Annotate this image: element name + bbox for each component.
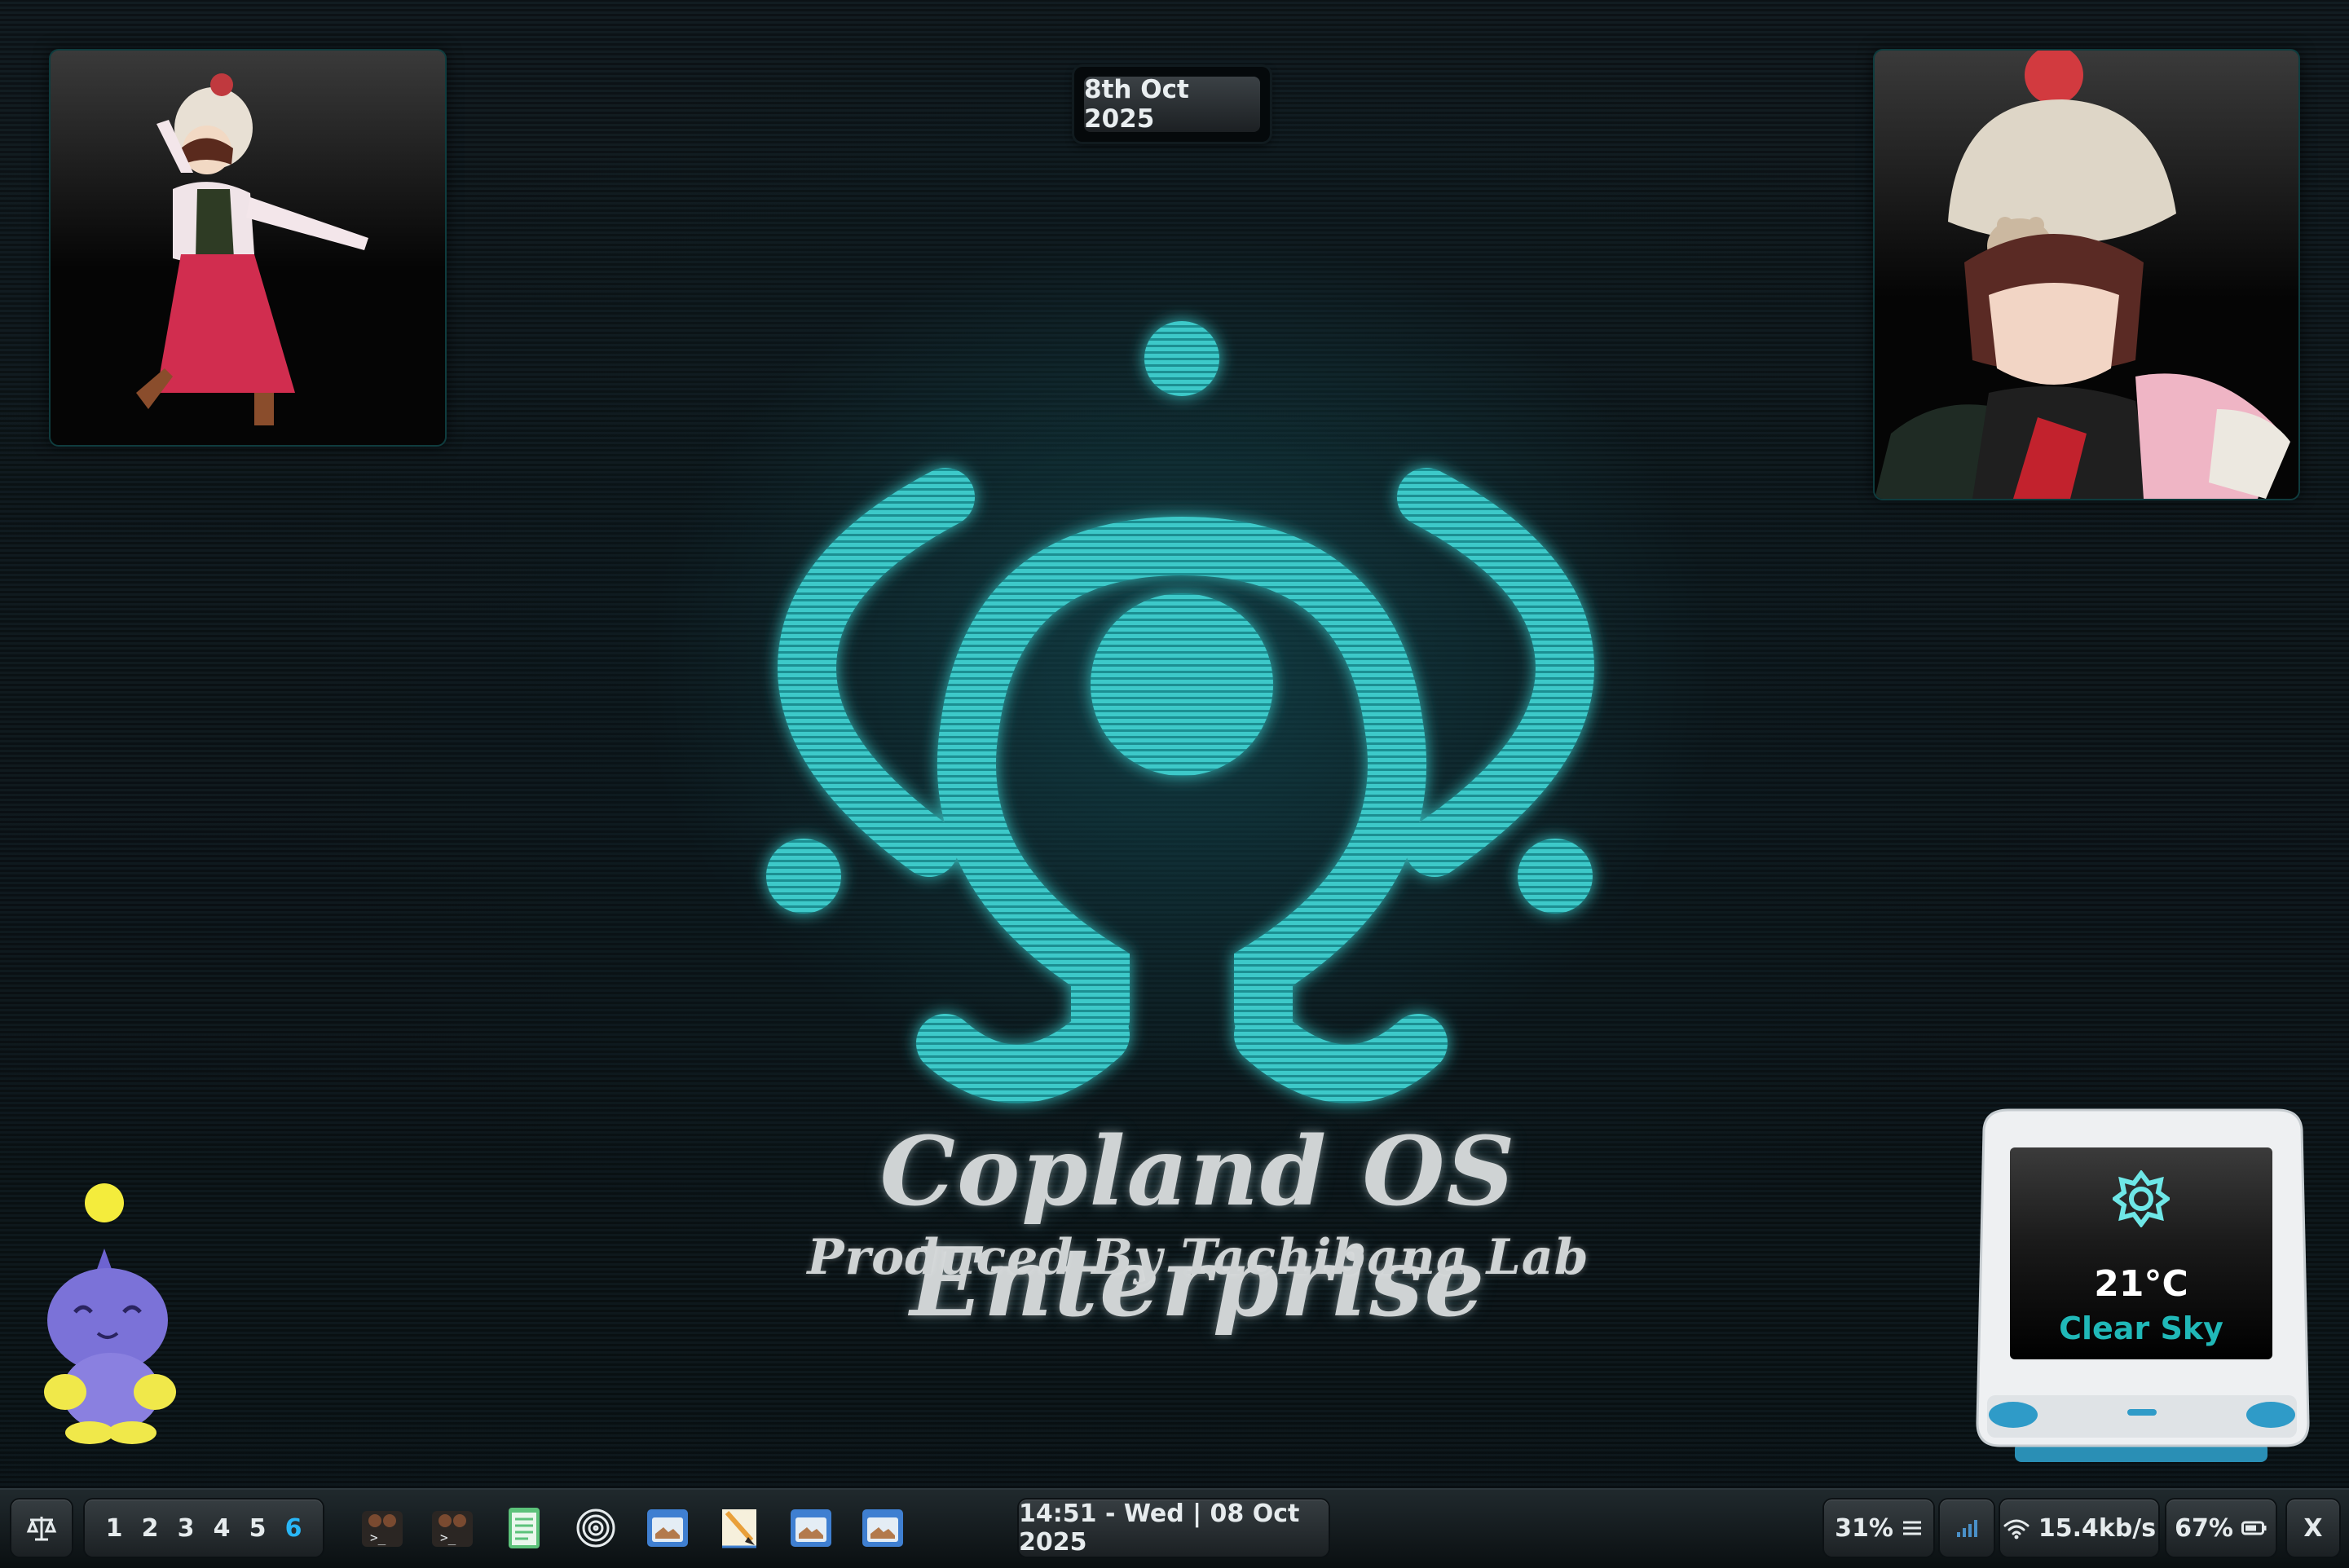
desktop-background: 8th Oct 2025 Copland OS Enterprise Produ… — [0, 0, 2349, 1566]
sun-icon — [2113, 1170, 2170, 1227]
workspace-2[interactable]: 2 — [132, 1514, 168, 1543]
svg-text:>_: >_ — [370, 1530, 386, 1545]
signal-bars-icon — [1957, 1520, 1977, 1537]
weather-temperature: 21°C — [2094, 1263, 2188, 1305]
weather-screen: 21°C Clear Sky — [2010, 1147, 2272, 1359]
workspace-1[interactable]: 1 — [96, 1514, 132, 1543]
date-badge-label: 8th Oct 2025 — [1084, 75, 1260, 134]
scales-icon — [26, 1517, 57, 1541]
brand-subtitle: Produced By Tachibana Lab — [807, 1229, 1589, 1286]
notes-icon[interactable] — [716, 1504, 763, 1552]
workspace-6[interactable]: 6 — [275, 1514, 311, 1543]
file-manager-1-icon[interactable] — [644, 1504, 691, 1552]
workspace-3[interactable]: 3 — [168, 1514, 204, 1543]
weather-widget: 21°C Clear Sky — [1968, 1105, 2318, 1472]
workspace-4[interactable]: 4 — [204, 1514, 240, 1543]
network-indicator[interactable]: 15.4kb/s — [2000, 1500, 2158, 1557]
brand-title: Copland OS Enterprise — [879, 1117, 1517, 1338]
volume-indicator[interactable]: 31% — [1824, 1500, 1933, 1557]
close-label: X — [2303, 1513, 2323, 1543]
file-manager-2-icon[interactable] — [787, 1504, 835, 1552]
weather-condition: Clear Sky — [2059, 1310, 2223, 1346]
battery-label: 67% — [2175, 1513, 2233, 1543]
battery-indicator[interactable]: 67% — [2166, 1500, 2276, 1557]
close-button[interactable]: X — [2287, 1500, 2339, 1557]
photo-widget-right — [1873, 49, 2300, 500]
spiral-app-icon[interactable] — [572, 1504, 619, 1552]
svg-text:>_: >_ — [440, 1530, 456, 1545]
network-speed-label: 15.4kb/s — [2038, 1513, 2157, 1543]
clock[interactable]: 14:51 - Wed | 08 Oct 2025 — [1019, 1500, 1329, 1557]
clock-label: 14:51 - Wed | 08 Oct 2025 — [1019, 1500, 1300, 1557]
terminal-2-icon[interactable]: >_ — [429, 1504, 476, 1552]
battery-icon — [2241, 1521, 2267, 1535]
photo-widget-left — [49, 49, 447, 447]
chao-mascot — [33, 1174, 196, 1451]
character-dancing-image — [136, 73, 368, 425]
wifi-icon — [2003, 1519, 2029, 1539]
taskbar: 1 2 3 4 5 6 >_ >_ 14:51 - Wed | 08 Oct 2… — [0, 1488, 2349, 1568]
workspace-5[interactable]: 5 — [240, 1514, 275, 1543]
date-badge: 8th Oct 2025 — [1074, 67, 1270, 142]
signal-indicator[interactable] — [1940, 1500, 1994, 1557]
menu-lines-icon — [1902, 1521, 1921, 1535]
terminal-1-icon[interactable]: >_ — [359, 1504, 406, 1552]
copland-logo-icon — [766, 321, 1595, 1103]
text-editor-icon[interactable] — [500, 1504, 548, 1552]
launcher-button[interactable] — [11, 1500, 72, 1557]
workspace-switcher: 1 2 3 4 5 6 — [85, 1500, 323, 1557]
file-manager-3-icon[interactable] — [859, 1504, 906, 1552]
chao-mascot-icon — [44, 1183, 176, 1444]
copland-logo — [734, 302, 1630, 1157]
volume-label: 31% — [1835, 1513, 1893, 1543]
character-closeup-image — [1875, 51, 2290, 499]
